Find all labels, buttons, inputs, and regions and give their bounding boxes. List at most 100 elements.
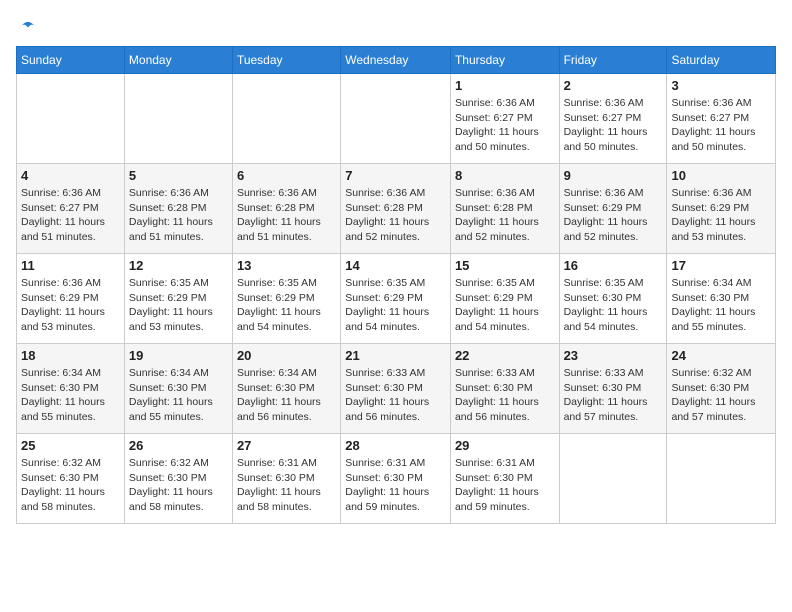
day-info: Sunrise: 6:34 AM Sunset: 6:30 PM Dayligh… — [671, 276, 771, 335]
calendar-cell: 2 Sunrise: 6:36 AM Sunset: 6:27 PM Daylig… — [559, 74, 667, 164]
calendar-cell: 28 Sunrise: 6:31 AM Sunset: 6:30 PM Dayli… — [341, 434, 451, 524]
calendar-cell — [667, 434, 776, 524]
day-info: Sunrise: 6:31 AM Sunset: 6:30 PM Dayligh… — [237, 456, 336, 515]
weekday-header: Thursday — [450, 47, 559, 74]
day-info: Sunrise: 6:36 AM Sunset: 6:28 PM Dayligh… — [455, 186, 555, 245]
day-number: 28 — [345, 438, 446, 453]
day-info: Sunrise: 6:31 AM Sunset: 6:30 PM Dayligh… — [345, 456, 446, 515]
weekday-header: Tuesday — [232, 47, 340, 74]
day-number: 9 — [564, 168, 663, 183]
day-info: Sunrise: 6:34 AM Sunset: 6:30 PM Dayligh… — [129, 366, 228, 425]
day-number: 18 — [21, 348, 120, 363]
day-number: 12 — [129, 258, 228, 273]
day-info: Sunrise: 6:33 AM Sunset: 6:30 PM Dayligh… — [455, 366, 555, 425]
day-number: 22 — [455, 348, 555, 363]
day-number: 20 — [237, 348, 336, 363]
day-number: 1 — [455, 78, 555, 93]
calendar-cell: 20 Sunrise: 6:34 AM Sunset: 6:30 PM Dayli… — [232, 344, 340, 434]
weekday-header: Sunday — [17, 47, 125, 74]
calendar-cell: 26 Sunrise: 6:32 AM Sunset: 6:30 PM Dayli… — [124, 434, 232, 524]
calendar-cell — [341, 74, 451, 164]
day-info: Sunrise: 6:35 AM Sunset: 6:29 PM Dayligh… — [237, 276, 336, 335]
calendar-cell: 17 Sunrise: 6:34 AM Sunset: 6:30 PM Dayli… — [667, 254, 776, 344]
day-info: Sunrise: 6:35 AM Sunset: 6:30 PM Dayligh… — [564, 276, 663, 335]
day-number: 24 — [671, 348, 771, 363]
day-number: 4 — [21, 168, 120, 183]
day-info: Sunrise: 6:35 AM Sunset: 6:29 PM Dayligh… — [129, 276, 228, 335]
weekday-header: Saturday — [667, 47, 776, 74]
day-number: 16 — [564, 258, 663, 273]
calendar-cell: 11Sunrise: 6:36 AM Sunset: 6:29 PM Dayli… — [17, 254, 125, 344]
day-info: Sunrise: 6:32 AM Sunset: 6:30 PM Dayligh… — [129, 456, 228, 515]
day-info: Sunrise: 6:36 AM Sunset: 6:29 PM Dayligh… — [564, 186, 663, 245]
day-info: Sunrise: 6:36 AM Sunset: 6:28 PM Dayligh… — [129, 186, 228, 245]
day-number: 3 — [671, 78, 771, 93]
weekday-header-row: SundayMondayTuesdayWednesdayThursdayFrid… — [17, 47, 776, 74]
calendar-cell: 4 Sunrise: 6:36 AM Sunset: 6:27 PM Daylig… — [17, 164, 125, 254]
day-number: 7 — [345, 168, 446, 183]
calendar-cell: 14 Sunrise: 6:35 AM Sunset: 6:29 PM Dayli… — [341, 254, 451, 344]
calendar-cell: 3 Sunrise: 6:36 AM Sunset: 6:27 PM Daylig… — [667, 74, 776, 164]
day-number: 14 — [345, 258, 446, 273]
day-info: Sunrise: 6:36 AM Sunset: 6:27 PM Dayligh… — [564, 96, 663, 155]
day-number: 29 — [455, 438, 555, 453]
day-number: 21 — [345, 348, 446, 363]
day-info: Sunrise: 6:32 AM Sunset: 6:30 PM Dayligh… — [21, 456, 120, 515]
calendar-cell — [232, 74, 340, 164]
calendar-cell: 22 Sunrise: 6:33 AM Sunset: 6:30 PM Dayli… — [450, 344, 559, 434]
page-header — [16, 16, 776, 36]
day-info: Sunrise: 6:36 AM Sunset: 6:28 PM Dayligh… — [345, 186, 446, 245]
day-number: 8 — [455, 168, 555, 183]
day-info: Sunrise: 6:36 AM Sunset: 6:28 PM Dayligh… — [237, 186, 336, 245]
calendar-cell: 24 Sunrise: 6:32 AM Sunset: 6:30 PM Dayli… — [667, 344, 776, 434]
day-number: 5 — [129, 168, 228, 183]
day-info: Sunrise: 6:34 AM Sunset: 6:30 PM Dayligh… — [21, 366, 120, 425]
calendar-cell: 7 Sunrise: 6:36 AM Sunset: 6:28 PM Daylig… — [341, 164, 451, 254]
day-number: 15 — [455, 258, 555, 273]
calendar-cell: 25Sunrise: 6:32 AM Sunset: 6:30 PM Dayli… — [17, 434, 125, 524]
day-info: Sunrise: 6:32 AM Sunset: 6:30 PM Dayligh… — [671, 366, 771, 425]
day-number: 17 — [671, 258, 771, 273]
calendar-cell: 15Sunrise: 6:35 AM Sunset: 6:29 PM Dayli… — [450, 254, 559, 344]
day-number: 10 — [671, 168, 771, 183]
calendar-cell: 12 Sunrise: 6:35 AM Sunset: 6:29 PM Dayli… — [124, 254, 232, 344]
calendar-cell: 21 Sunrise: 6:33 AM Sunset: 6:30 PM Dayli… — [341, 344, 451, 434]
calendar-cell — [17, 74, 125, 164]
weekday-header: Friday — [559, 47, 667, 74]
calendar-cell: 1 Sunrise: 6:36 AM Sunset: 6:27 PM Daylig… — [450, 74, 559, 164]
calendar-cell: 16 Sunrise: 6:35 AM Sunset: 6:30 PM Dayli… — [559, 254, 667, 344]
day-number: 23 — [564, 348, 663, 363]
calendar-cell — [124, 74, 232, 164]
calendar-cell: 19 Sunrise: 6:34 AM Sunset: 6:30 PM Dayli… — [124, 344, 232, 434]
calendar-week-row: 1 Sunrise: 6:36 AM Sunset: 6:27 PM Daylig… — [17, 74, 776, 164]
calendar-cell: 13 Sunrise: 6:35 AM Sunset: 6:29 PM Dayli… — [232, 254, 340, 344]
day-info: Sunrise: 6:33 AM Sunset: 6:30 PM Dayligh… — [564, 366, 663, 425]
calendar-week-row: 18 Sunrise: 6:34 AM Sunset: 6:30 PM Dayli… — [17, 344, 776, 434]
calendar-table: SundayMondayTuesdayWednesdayThursdayFrid… — [16, 46, 776, 524]
day-info: Sunrise: 6:35 AM Sunset: 6:29 PM Dayligh… — [345, 276, 446, 335]
weekday-header: Wednesday — [341, 47, 451, 74]
day-info: Sunrise: 6:36 AM Sunset: 6:27 PM Dayligh… — [21, 186, 120, 245]
day-number: 6 — [237, 168, 336, 183]
calendar-cell: 6 Sunrise: 6:36 AM Sunset: 6:28 PM Daylig… — [232, 164, 340, 254]
day-info: Sunrise: 6:34 AM Sunset: 6:30 PM Dayligh… — [237, 366, 336, 425]
day-number: 27 — [237, 438, 336, 453]
day-info: Sunrise: 6:33 AM Sunset: 6:30 PM Dayligh… — [345, 366, 446, 425]
calendar-cell — [559, 434, 667, 524]
calendar-cell: 9 Sunrise: 6:36 AM Sunset: 6:29 PM Daylig… — [559, 164, 667, 254]
calendar-cell: 10 Sunrise: 6:36 AM Sunset: 6:29 PM Dayli… — [667, 164, 776, 254]
calendar-cell: 23 Sunrise: 6:33 AM Sunset: 6:30 PM Dayli… — [559, 344, 667, 434]
calendar-cell: 8 Sunrise: 6:36 AM Sunset: 6:28 PM Daylig… — [450, 164, 559, 254]
day-number: 2 — [564, 78, 663, 93]
weekday-header: Monday — [124, 47, 232, 74]
calendar-cell: 18 Sunrise: 6:34 AM Sunset: 6:30 PM Dayli… — [17, 344, 125, 434]
calendar-week-row: 11Sunrise: 6:36 AM Sunset: 6:29 PM Dayli… — [17, 254, 776, 344]
logo — [16, 16, 38, 36]
day-number: 26 — [129, 438, 228, 453]
calendar-week-row: 4 Sunrise: 6:36 AM Sunset: 6:27 PM Daylig… — [17, 164, 776, 254]
day-number: 13 — [237, 258, 336, 273]
day-number: 19 — [129, 348, 228, 363]
day-info: Sunrise: 6:36 AM Sunset: 6:27 PM Dayligh… — [455, 96, 555, 155]
day-info: Sunrise: 6:36 AM Sunset: 6:29 PM Dayligh… — [671, 186, 771, 245]
day-info: Sunrise: 6:36 AM Sunset: 6:27 PM Dayligh… — [671, 96, 771, 155]
